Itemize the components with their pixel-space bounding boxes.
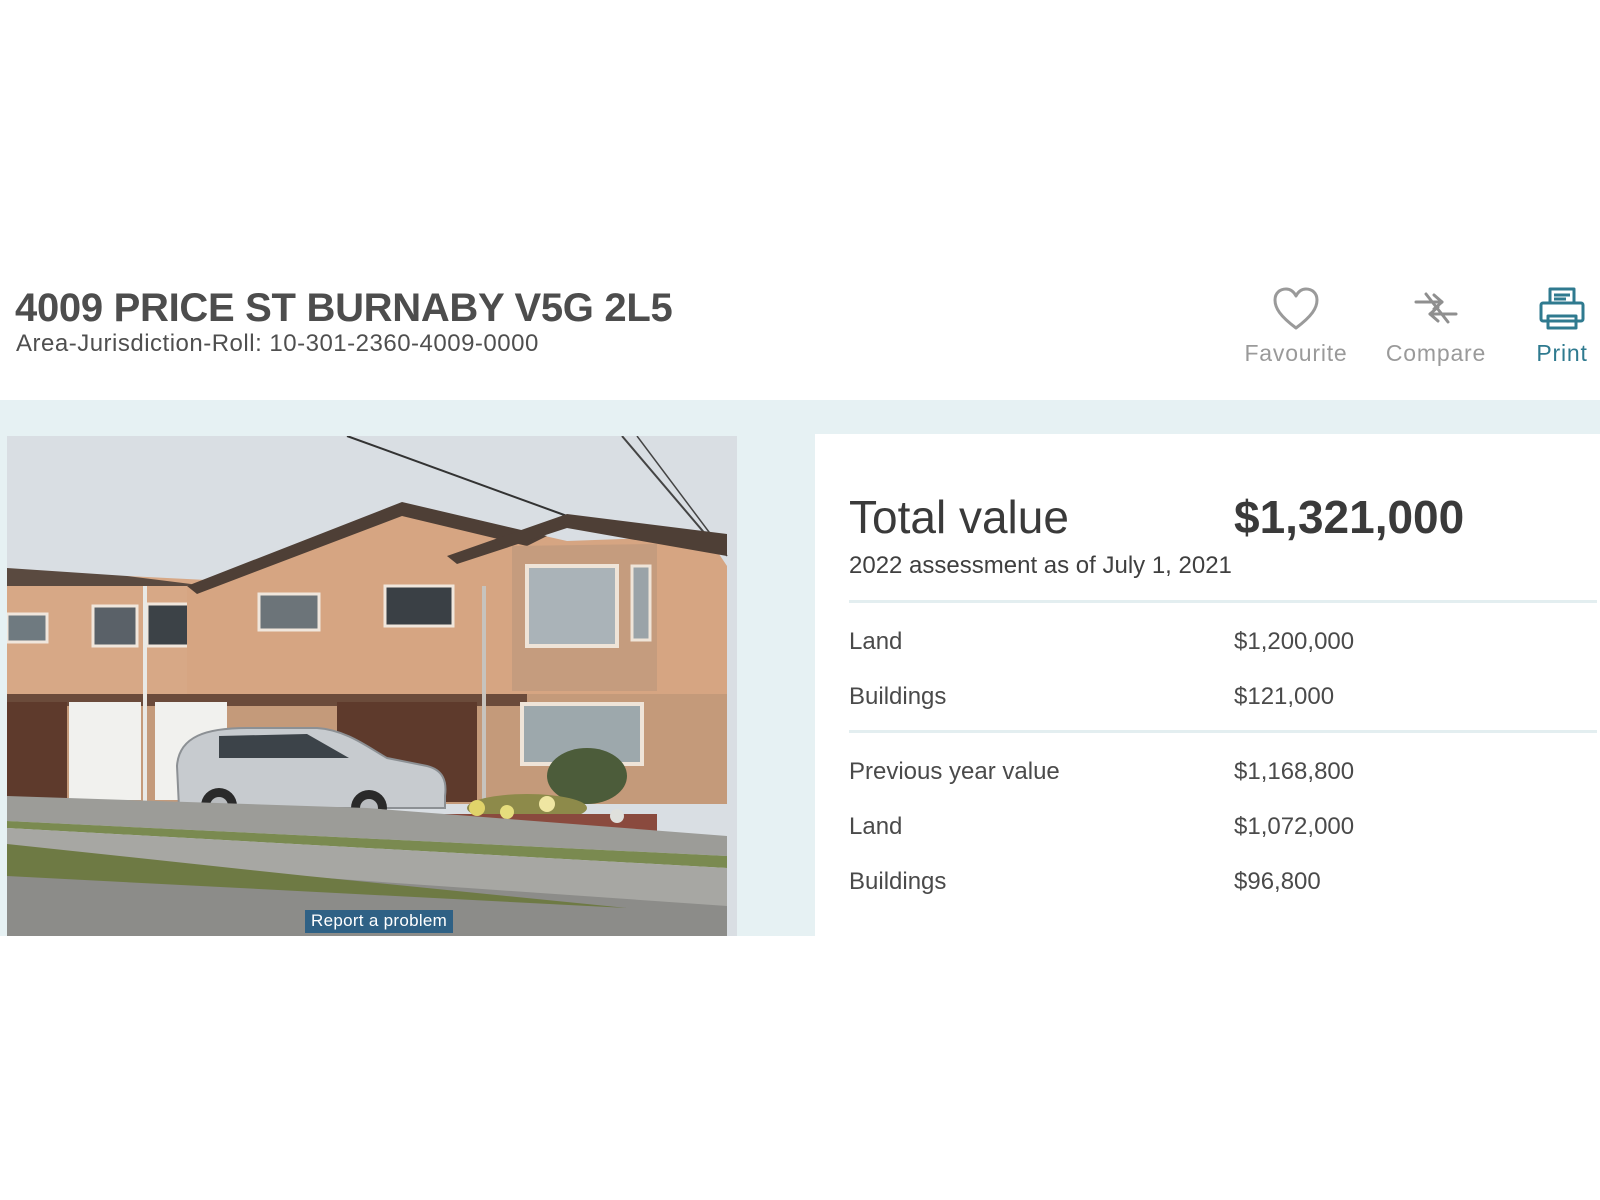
previous-buildings-label: Buildings <box>849 868 947 895</box>
divider <box>849 730 1597 733</box>
heart-icon <box>1273 287 1319 330</box>
total-value-amount: $1,321,000 <box>1234 491 1465 543</box>
house-photo-illustration <box>7 436 737 936</box>
total-value-label: Total value <box>849 491 1069 543</box>
previous-year-label: Previous year value <box>849 758 1060 785</box>
assessment-card: Total value $1,321,000 2022 assessment a… <box>815 434 1600 936</box>
print-button[interactable]: Print <box>1524 284 1600 384</box>
current-buildings-label: Buildings <box>849 683 947 710</box>
previous-buildings-value: $96,800 <box>1234 868 1321 895</box>
current-land-label: Land <box>849 628 903 655</box>
previous-year-value: $1,168,800 <box>1234 758 1355 785</box>
current-land-row: Land $1,200,000 <box>849 628 1589 662</box>
previous-buildings-row: Buildings $96,800 <box>849 868 1589 902</box>
compare-arrows-icon <box>1414 292 1458 324</box>
favourite-label: Favourite <box>1244 340 1348 366</box>
current-land-value: $1,200,000 <box>1234 628 1355 655</box>
print-label: Print <box>1536 340 1588 366</box>
roll-value: 10-301-2360-4009-0000 <box>269 330 539 357</box>
compare-label: Compare <box>1385 340 1487 366</box>
favourite-button[interactable]: Favourite <box>1236 284 1356 384</box>
current-buildings-value: $121,000 <box>1234 683 1335 710</box>
compare-button[interactable]: Compare <box>1376 284 1496 384</box>
previous-land-label: Land <box>849 813 903 840</box>
roll-number: Area-Jurisdiction-Roll: 10-301-2360-4009… <box>16 330 539 358</box>
assessment-date-note: 2022 assessment as of July 1, 2021 <box>849 552 1232 579</box>
current-buildings-row: Buildings $121,000 <box>849 683 1589 717</box>
property-details-band: Report a problem Total value $1,321,000 … <box>0 400 1600 936</box>
property-address: 4009 PRICE ST BURNABY V5G 2L5 <box>15 286 673 330</box>
property-actions: Favourite Compare Print <box>1200 284 1600 384</box>
previous-year-row: Previous year value $1,168,800 <box>849 758 1589 792</box>
divider <box>849 600 1597 603</box>
previous-land-value: $1,072,000 <box>1234 813 1355 840</box>
property-header: 4009 PRICE ST BURNABY V5G 2L5 Area-Juris… <box>0 268 1600 400</box>
printer-icon <box>1539 287 1585 330</box>
roll-label: Area-Jurisdiction-Roll: <box>16 330 263 357</box>
property-photo: Report a problem <box>7 436 737 936</box>
previous-land-row: Land $1,072,000 <box>849 813 1589 847</box>
report-problem-button[interactable]: Report a problem <box>305 910 454 933</box>
property-page: 4009 PRICE ST BURNABY V5G 2L5 Area-Juris… <box>0 0 1600 1200</box>
